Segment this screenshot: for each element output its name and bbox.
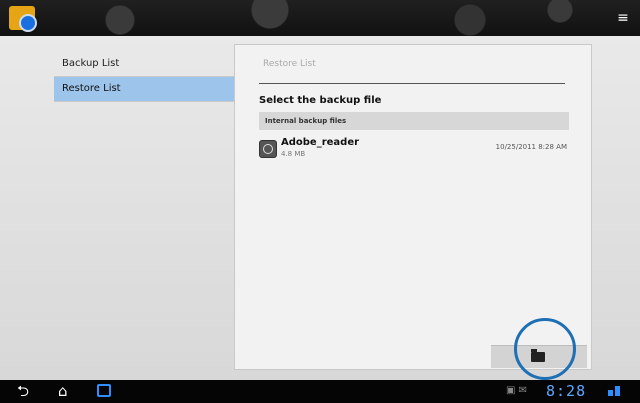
- section-header: Internal backup files: [259, 112, 569, 130]
- panel-tab-restore-list[interactable]: Restore List: [263, 59, 316, 69]
- status-clock: 8:28: [546, 382, 587, 400]
- panel-title: Select the backup file: [259, 95, 382, 106]
- recent-apps-icon[interactable]: [97, 384, 111, 397]
- tab-underline: [259, 83, 565, 84]
- notification-icons: ▣ ✉: [506, 385, 528, 396]
- back-icon[interactable]: ⮌: [17, 383, 29, 400]
- backup-file-row[interactable]: Adobe_reader 4.8 MB 10/25/2011 8:28 AM: [259, 135, 569, 163]
- nav-item-label: Restore List: [62, 83, 121, 94]
- file-app-icon: [259, 140, 277, 158]
- file-name: Adobe_reader: [281, 137, 360, 148]
- top-action-bar: ≡: [0, 0, 640, 36]
- highlight-circle: [514, 318, 576, 380]
- system-navigation-bar: ⮌ ⌂ ▣ ✉ 8:28: [0, 380, 640, 403]
- nav-item-backup-list[interactable]: Backup List: [54, 52, 234, 77]
- file-size: 4.8 MB: [281, 150, 306, 158]
- file-date: 10/25/2011 8:28 AM: [495, 143, 567, 151]
- nav-item-label: Backup List: [62, 58, 120, 69]
- home-icon[interactable]: ⌂: [58, 383, 68, 400]
- nav-item-restore-list[interactable]: Restore List: [54, 77, 234, 102]
- left-navigation: Backup List Restore List: [54, 52, 234, 102]
- app-backup-icon: [9, 6, 37, 32]
- signal-icon: [608, 386, 622, 396]
- menu-icon[interactable]: ≡: [616, 9, 630, 27]
